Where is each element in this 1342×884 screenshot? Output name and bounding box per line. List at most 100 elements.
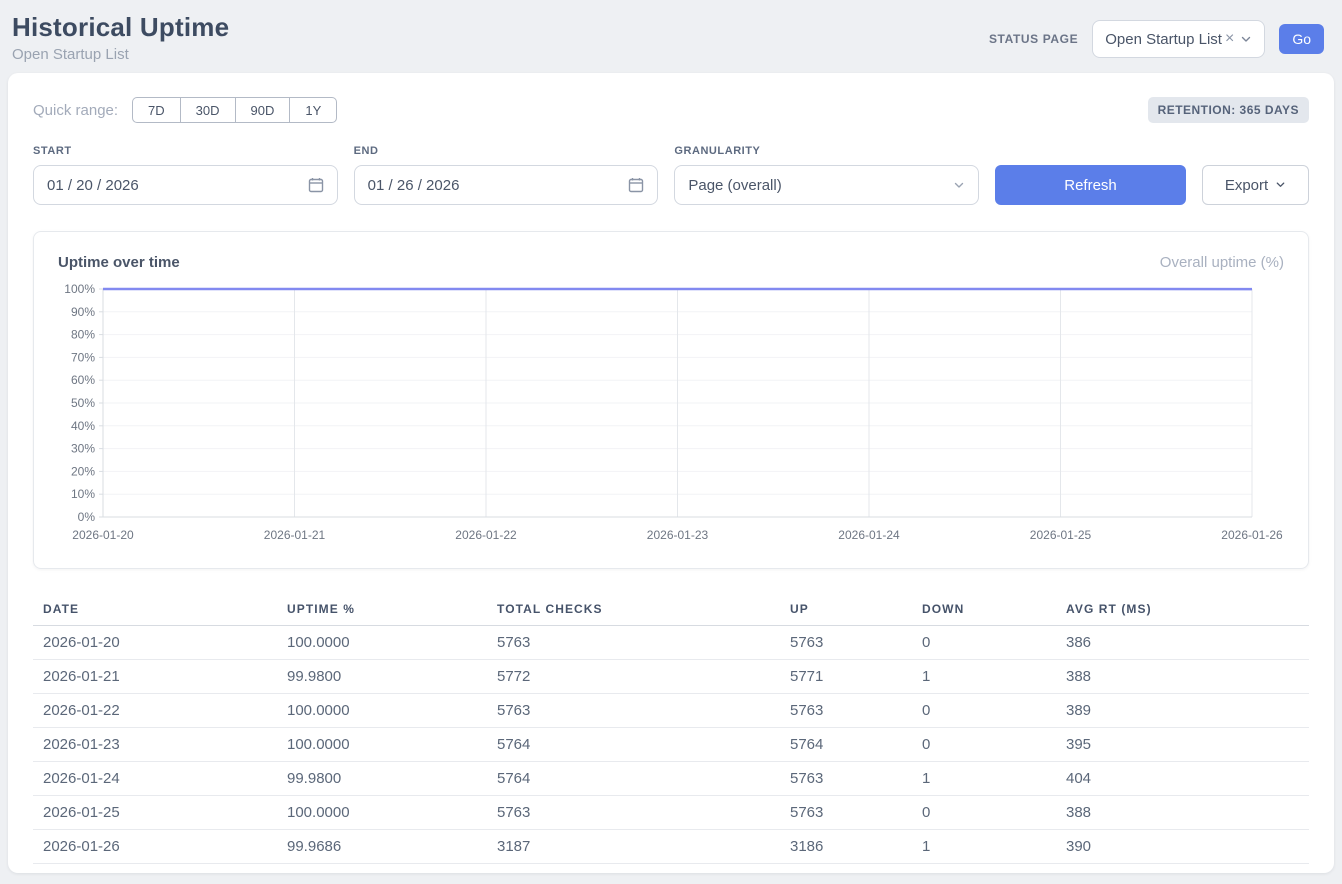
export-button-label: Export [1225,177,1268,194]
table-cell: 5772 [487,660,780,694]
granularity-select[interactable]: Page (overall) [674,165,979,205]
topbar-right: STATUS PAGE Open Startup List × Go [989,20,1324,58]
chart-legend: Overall uptime (%) [1160,254,1284,271]
table-header-up: UP [780,595,912,626]
page-subtitle: Open Startup List [12,46,229,63]
granularity-field: GRANULARITY Page (overall) [674,145,979,205]
table-cell: 389 [1056,694,1309,728]
granularity-value: Page (overall) [688,177,781,194]
uptime-chart-svg: 0%10%20%30%40%50%60%70%80%90%100%2026-01… [58,281,1284,547]
table-cell: 5763 [487,796,780,830]
filter-row: START 01 / 20 / 2026 END 01 / 26 / 2026 … [33,145,1309,205]
quick-range-label: Quick range: [33,102,118,119]
table-header-total-checks: TOTAL CHECKS [487,595,780,626]
table-cell: 100.0000 [277,728,487,762]
table-cell: 5763 [780,626,912,660]
table-row: 2026-01-22100.0000576357630389 [33,694,1309,728]
table-cell: 2026-01-24 [33,762,277,796]
clear-icon[interactable]: × [1225,31,1234,47]
table-cell: 5763 [487,694,780,728]
svg-text:2026-01-24: 2026-01-24 [838,528,900,542]
table-row: 2026-01-23100.0000576457640395 [33,728,1309,762]
table-cell: 404 [1056,762,1309,796]
start-date-label: START [33,145,338,157]
table-cell: 5763 [780,694,912,728]
end-date-label: END [354,145,659,157]
svg-text:70%: 70% [71,350,95,364]
uptime-table: DATEUPTIME %TOTAL CHECKSUPDOWNAVG RT (MS… [33,595,1309,864]
svg-text:2026-01-23: 2026-01-23 [647,528,709,542]
table-cell: 390 [1056,830,1309,864]
refresh-button[interactable]: Refresh [995,165,1186,205]
svg-text:40%: 40% [71,419,95,433]
table-row: 2026-01-2199.9800577257711388 [33,660,1309,694]
quick-range-row: Quick range: 7D30D90D1Y RETENTION: 365 D… [33,97,1309,123]
chart-title: Uptime over time [58,254,180,271]
table-cell: 386 [1056,626,1309,660]
table-cell: 2026-01-26 [33,830,277,864]
table-cell: 1 [912,762,1056,796]
table-cell: 0 [912,796,1056,830]
uptime-line-chart: 0%10%20%30%40%50%60%70%80%90%100%2026-01… [58,281,1284,552]
table-row: 2026-01-2499.9800576457631404 [33,762,1309,796]
chevron-down-icon [953,179,965,191]
table-cell: 1 [912,830,1056,864]
topbar: Historical Uptime Open Startup List STAT… [0,0,1342,73]
svg-text:10%: 10% [71,487,95,501]
table-cell: 100.0000 [277,626,487,660]
chevron-down-icon [1275,177,1286,194]
table-cell: 395 [1056,728,1309,762]
table-header-uptime: UPTIME % [277,595,487,626]
quick-range-30d[interactable]: 30D [180,97,235,123]
svg-text:30%: 30% [71,442,95,456]
status-page-selected-value: Open Startup List [1105,31,1222,48]
title-block: Historical Uptime Open Startup List [12,12,229,63]
start-date-input[interactable]: 01 / 20 / 2026 [33,165,338,205]
table-cell: 2026-01-23 [33,728,277,762]
table-cell: 3187 [487,830,780,864]
svg-text:2026-01-26: 2026-01-26 [1221,528,1283,542]
table-cell: 2026-01-25 [33,796,277,830]
table-cell: 5771 [780,660,912,694]
quick-range-90d[interactable]: 90D [235,97,290,123]
page-title: Historical Uptime [12,12,229,43]
chevron-down-icon [1240,33,1252,45]
table-cell: 0 [912,728,1056,762]
calendar-icon[interactable] [308,177,324,193]
quick-range-1y[interactable]: 1Y [289,97,337,123]
granularity-label: GRANULARITY [674,145,979,157]
quick-range-group: 7D30D90D1Y [132,97,337,123]
table-cell: 0 [912,626,1056,660]
table-cell: 2026-01-20 [33,626,277,660]
table-row: 2026-01-25100.0000576357630388 [33,796,1309,830]
svg-text:60%: 60% [71,373,95,387]
table-body: 2026-01-20100.00005763576303862026-01-21… [33,626,1309,864]
main-card: Quick range: 7D30D90D1Y RETENTION: 365 D… [8,73,1334,873]
export-button[interactable]: Export [1202,165,1309,205]
table-cell: 5764 [487,762,780,796]
table-cell: 3186 [780,830,912,864]
go-button[interactable]: Go [1279,24,1324,54]
table-header-down: DOWN [912,595,1056,626]
start-date-field: START 01 / 20 / 2026 [33,145,338,205]
svg-text:50%: 50% [71,396,95,410]
svg-text:100%: 100% [64,282,95,296]
table-header-avg-rt-ms: AVG RT (MS) [1056,595,1309,626]
quick-range-7d[interactable]: 7D [132,97,180,123]
table-header-date: DATE [33,595,277,626]
table-row: 2026-01-2699.9686318731861390 [33,830,1309,864]
status-page-select[interactable]: Open Startup List × [1092,20,1265,58]
table-cell: 5763 [487,626,780,660]
table-cell: 100.0000 [277,694,487,728]
svg-text:2026-01-20: 2026-01-20 [72,528,134,542]
calendar-icon[interactable] [628,177,644,193]
end-date-input[interactable]: 01 / 26 / 2026 [354,165,659,205]
table-head: DATEUPTIME %TOTAL CHECKSUPDOWNAVG RT (MS… [33,595,1309,626]
start-date-value: 01 / 20 / 2026 [47,177,139,194]
end-date-value: 01 / 26 / 2026 [368,177,460,194]
table-cell: 388 [1056,660,1309,694]
table-cell: 0 [912,694,1056,728]
table-cell: 5763 [780,796,912,830]
svg-text:80%: 80% [71,328,95,342]
table-header-row: DATEUPTIME %TOTAL CHECKSUPDOWNAVG RT (MS… [33,595,1309,626]
